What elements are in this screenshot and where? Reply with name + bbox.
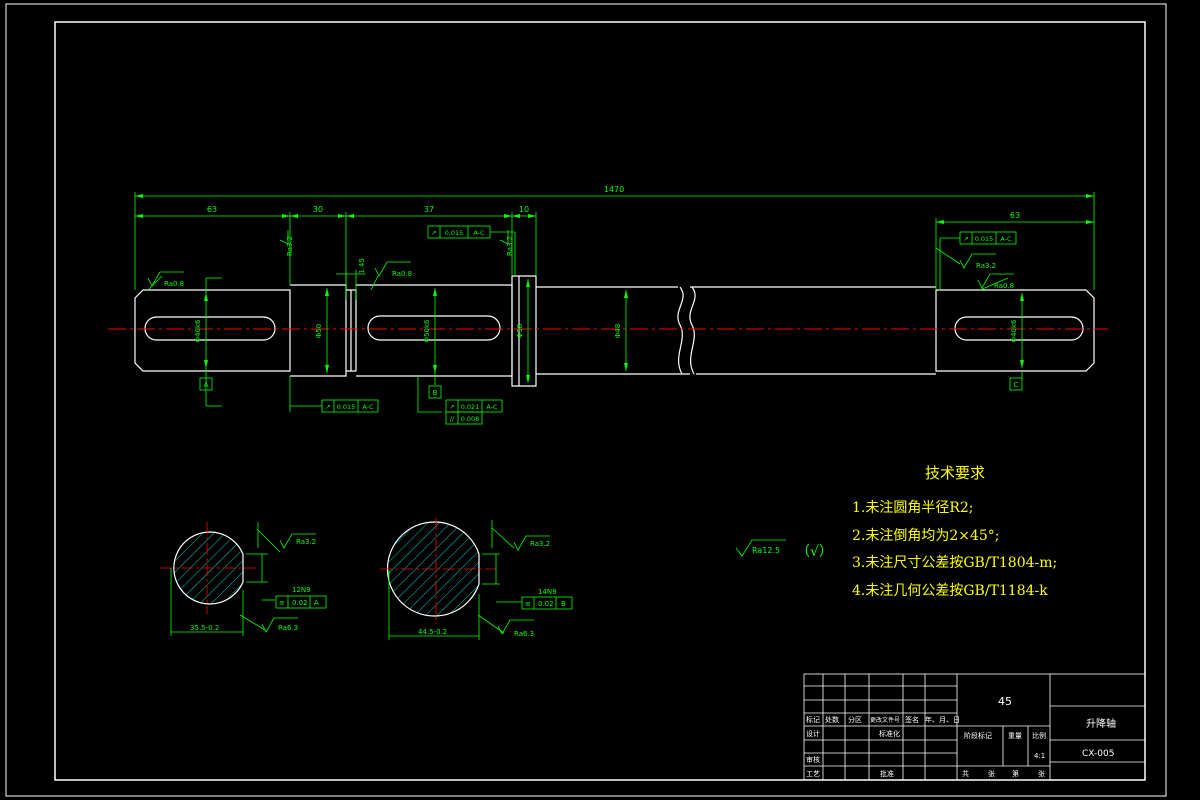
note-item-1: 1.未注圆角半径R2; bbox=[852, 500, 974, 516]
title-block-texts: 45 升降轴 CX-005 标记 处数 分区 更改文件号 签名 年、月、日 设计… bbox=[806, 695, 1116, 778]
datum-a-label: A bbox=[204, 381, 209, 389]
roughness-r3: Ra0.8 bbox=[392, 270, 412, 278]
tol-bottom-mid1-ref: A-C bbox=[486, 403, 498, 411]
dim-seg-10: 10 bbox=[519, 205, 529, 214]
tol-bottom-mid2-val: 0.008 bbox=[461, 415, 480, 423]
tb-sheet-label: 张 bbox=[988, 769, 995, 778]
sec1-roughness-top: Ra3.2 bbox=[296, 538, 316, 546]
sec2-tol-val: 0.02 bbox=[538, 600, 554, 608]
roughness-r4: Ra3.2 bbox=[506, 236, 514, 256]
tb-header-5: 年、月、日 bbox=[925, 715, 960, 724]
tol-bottom-mid1-sym: ↗ bbox=[449, 403, 454, 411]
tol-bottom-left-val: 0.015 bbox=[337, 403, 356, 411]
tb-sheet-label-2: 张 bbox=[1038, 769, 1045, 778]
tol-bottom-mid2-sym: // bbox=[450, 415, 455, 423]
roughness-r1: Ra0.8 bbox=[164, 280, 184, 288]
sec1-tol-val: 0.02 bbox=[292, 599, 308, 607]
tol-top-right-val: 0.015 bbox=[975, 235, 994, 243]
roughness-general: Ra12.5 bbox=[752, 546, 780, 555]
tb-weight: 重量 bbox=[1008, 732, 1022, 740]
tb-part-name: 升降轴 bbox=[1086, 717, 1116, 730]
sec2-depth: 44.5-0.2 bbox=[418, 628, 447, 636]
tb-drawing-no: CX-005 bbox=[1082, 749, 1114, 759]
tb-approve: 批准 bbox=[880, 769, 894, 778]
tb-header-3: 更改文件号 bbox=[870, 716, 900, 724]
tb-scale: 4:1 bbox=[1034, 752, 1045, 760]
sec2-width: 14N9 bbox=[538, 588, 557, 596]
dim-dia-2: Φ50 bbox=[315, 324, 323, 338]
tb-header-2: 分区 bbox=[848, 715, 862, 724]
note-item-2: 2.未注倒角均为2×45°; bbox=[852, 528, 1000, 544]
dim-seg-30: 30 bbox=[313, 205, 323, 214]
tb-scale-label: 比例 bbox=[1032, 731, 1046, 740]
sec2-tol-ref: B bbox=[561, 600, 566, 608]
dim-seg-37: 37 bbox=[424, 205, 434, 214]
tb-header-4: 签名 bbox=[905, 715, 919, 724]
tb-sheet-no-label: 第 bbox=[1012, 769, 1019, 778]
dim-right-journal: 63 bbox=[1010, 211, 1020, 220]
tb-header-0: 标记 bbox=[806, 715, 820, 724]
drawing-sheet: 1470 63 30 37 10 63 1.45 Φ40k6 Φ50 Φ50k6… bbox=[5, 3, 1167, 797]
tol-bottom-left-ref: A-C bbox=[362, 403, 374, 411]
dimension-lines bbox=[134, 192, 1095, 413]
dimension-texts: 1470 63 30 37 10 63 1.45 Φ40k6 Φ50 Φ50k6… bbox=[194, 185, 1020, 342]
roughness-general-bracket: （√） bbox=[796, 544, 833, 560]
tb-process: 工艺 bbox=[806, 770, 820, 778]
dim-dia-4: Φ58 bbox=[516, 324, 524, 338]
datum-c-label: C bbox=[1014, 381, 1019, 389]
tb-check: 审核 bbox=[806, 755, 820, 764]
notes-title: 技术要求 bbox=[925, 464, 985, 482]
tb-standardize: 标准化 bbox=[879, 729, 900, 738]
dim-dia-5: Φ48 bbox=[614, 324, 622, 338]
sec1-tol-ref: A bbox=[314, 599, 319, 607]
tb-design: 设计 bbox=[806, 729, 820, 738]
roughness-r2: Ra3.2 bbox=[286, 236, 294, 256]
technical-notes: 技术要求 1.未注圆角半径R2; 2.未注倒角均为2×45°; 3.未注尺寸公差… bbox=[852, 464, 1057, 599]
roughness-r6: Ra0.8 bbox=[994, 282, 1014, 290]
tol-top-center-sym: ↗ bbox=[431, 229, 436, 237]
tol-top-right-ref: A-C bbox=[1000, 235, 1012, 243]
inner-border bbox=[54, 21, 1146, 781]
dim-groove: 1.45 bbox=[358, 258, 366, 274]
sec1-roughness-bottom: Ra6.3 bbox=[278, 624, 298, 632]
dim-dia-6: Φ40k6 bbox=[1010, 319, 1018, 342]
roughness-r5: Ra3.2 bbox=[976, 262, 996, 270]
sec2-roughness-bottom: Ra6.3 bbox=[514, 630, 534, 638]
dim-dia-1: Φ40k6 bbox=[194, 319, 202, 342]
dim-left-journal: 63 bbox=[207, 205, 217, 214]
sec1-width: 12N9 bbox=[292, 586, 311, 594]
section-view-1: Ra3.2 Ra6.3 12N9 ≡ 0.02 A 35.5-0.2 bbox=[160, 522, 327, 636]
tb-header-1: 处数 bbox=[825, 715, 839, 724]
section-view-2: Ra3.2 Ra6.3 14N9 ≡ 0.02 B 44.5-0.2 bbox=[380, 518, 573, 640]
sec1-tol-sym: ≡ bbox=[279, 599, 285, 607]
datum-boxes bbox=[199, 377, 1023, 399]
tol-top-center-ref: A-C bbox=[473, 229, 485, 237]
datum-b-label: B bbox=[433, 389, 438, 397]
outer-border bbox=[5, 3, 1167, 797]
note-item-3: 3.未注尺寸公差按GB/T1804-m; bbox=[852, 555, 1057, 571]
tol-bottom-left-sym: ↗ bbox=[325, 403, 330, 411]
dim-dia-3: Φ50k6 bbox=[423, 319, 431, 342]
sec2-roughness-top: Ra3.2 bbox=[530, 540, 550, 548]
keyway-middle bbox=[367, 315, 501, 341]
tol-top-right-sym: ↗ bbox=[963, 235, 968, 243]
tb-material: 45 bbox=[998, 695, 1012, 708]
tol-top-center-val: 0.015 bbox=[445, 229, 464, 237]
tb-stage-mark: 阶段标记 bbox=[964, 731, 992, 740]
tb-sheets-total: 共 bbox=[962, 769, 969, 778]
sec1-depth: 35.5-0.2 bbox=[190, 624, 219, 632]
sec2-tol-sym: ≡ bbox=[525, 600, 531, 608]
dim-total-length: 1470 bbox=[604, 185, 624, 194]
tol-bottom-mid1-val: 0.021 bbox=[461, 403, 480, 411]
note-item-4: 4.未注几何公差按GB/T1184-k bbox=[852, 583, 1048, 599]
